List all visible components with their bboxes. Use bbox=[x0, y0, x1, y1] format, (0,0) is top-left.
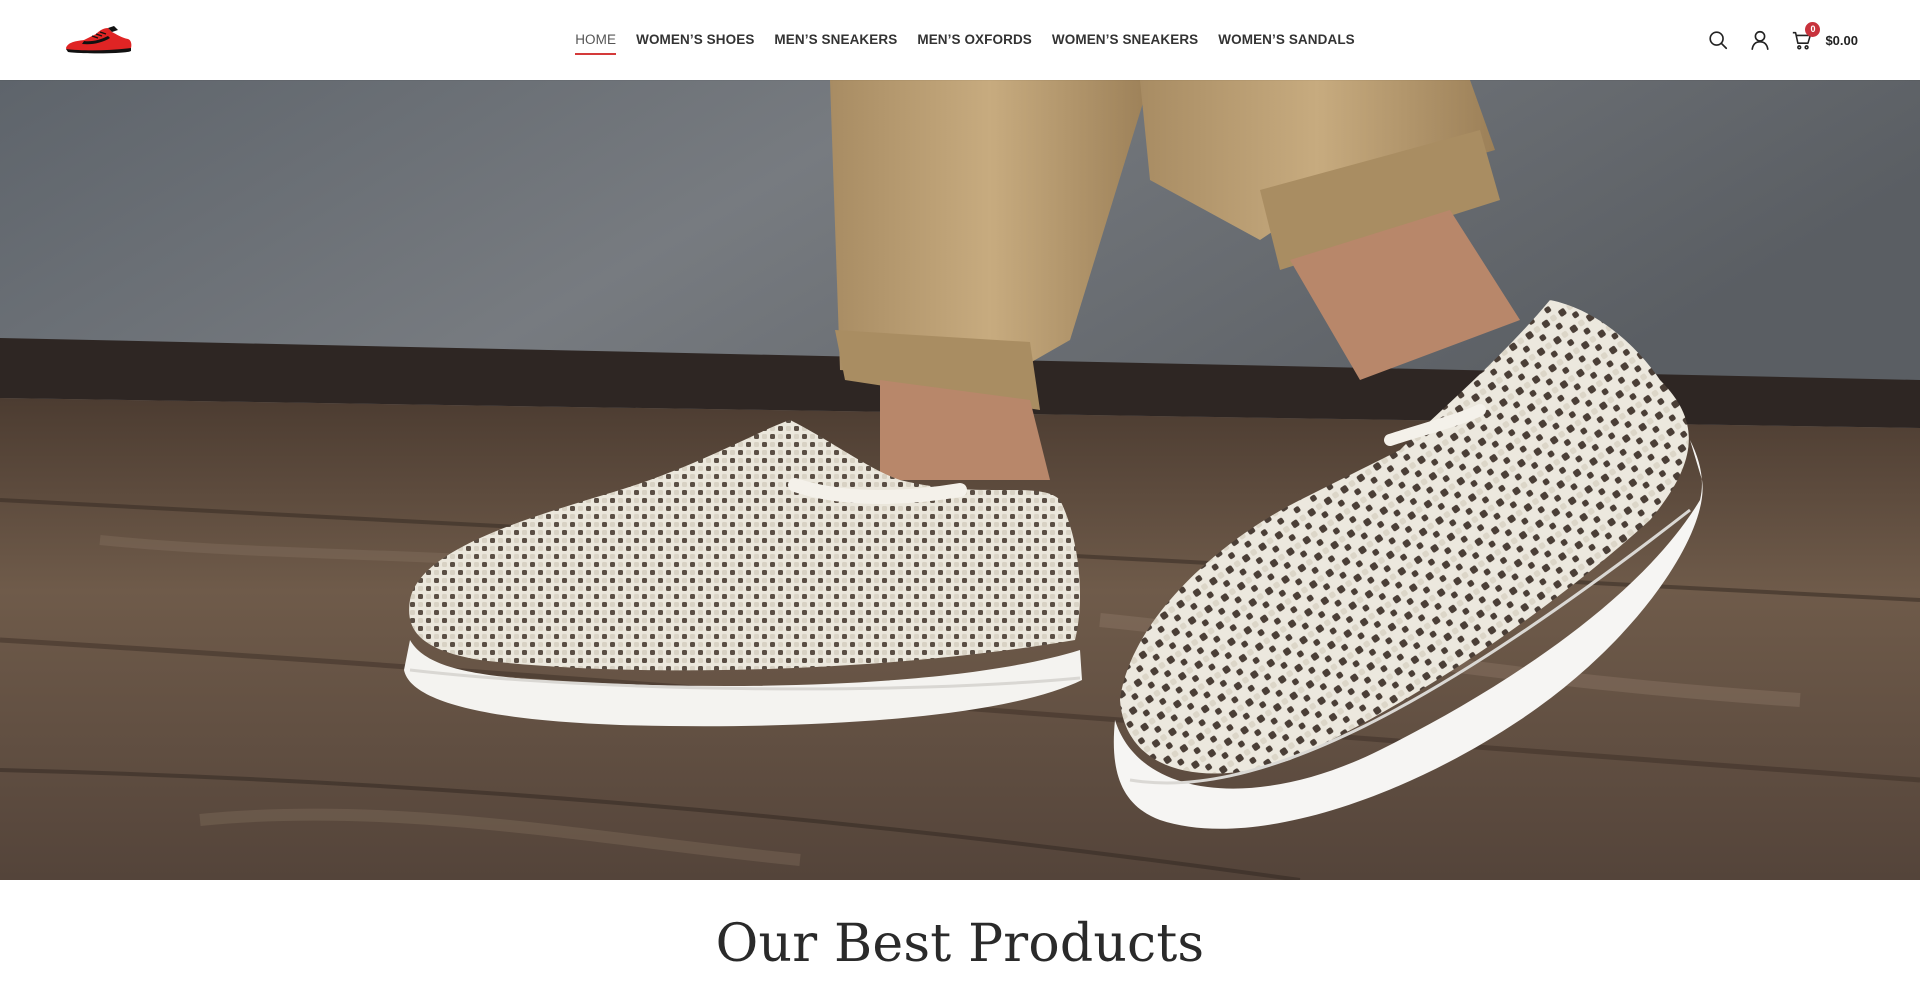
user-icon[interactable] bbox=[1749, 29, 1771, 51]
products-section-title: Our Best Products bbox=[715, 914, 1205, 974]
hero-shoes-image bbox=[0, 80, 1920, 880]
cart-button[interactable]: 0 $0.00 bbox=[1791, 22, 1858, 51]
cart-total: $0.00 bbox=[1825, 32, 1858, 48]
nav-mens-sneakers[interactable]: MEN’S SNEAKERS bbox=[764, 30, 907, 50]
nav-mens-oxfords[interactable]: MEN’S OXFORDS bbox=[907, 30, 1042, 50]
nav-home[interactable]: HOME bbox=[565, 30, 626, 55]
hero-banner bbox=[0, 80, 1920, 880]
site-header: HOME WOMEN’S SHOES MEN’S SNEAKERS MEN’S … bbox=[0, 0, 1920, 80]
cart-count-badge: 0 bbox=[1805, 22, 1821, 37]
header-actions: 0 $0.00 bbox=[1707, 22, 1858, 56]
nav-womens-sandals[interactable]: WOMEN’S SANDALS bbox=[1208, 30, 1365, 50]
search-icon[interactable] bbox=[1707, 29, 1729, 51]
main-navigation: HOME WOMEN’S SHOES MEN’S SNEAKERS MEN’S … bbox=[0, 0, 1920, 80]
nav-womens-shoes[interactable]: WOMEN’S SHOES bbox=[626, 30, 764, 50]
nav-womens-sneakers[interactable]: WOMEN’S SNEAKERS bbox=[1042, 30, 1208, 50]
